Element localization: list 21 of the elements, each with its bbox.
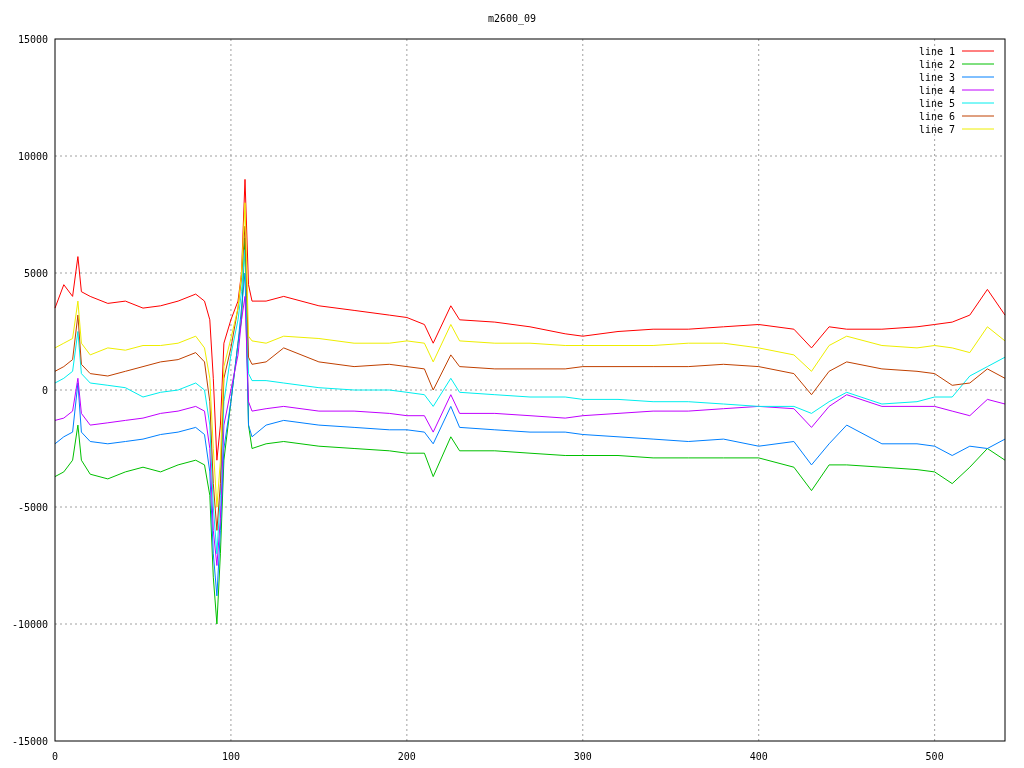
x-tick-label: 300 xyxy=(573,751,592,762)
y-tick-label: 15000 xyxy=(17,34,48,45)
x-tick-label: 100 xyxy=(221,751,240,762)
legend-label: line 3 xyxy=(918,72,955,83)
chart-title: m2600_09 xyxy=(487,13,537,24)
legend-label: line 4 xyxy=(918,85,955,96)
y-tick-label: -5000 xyxy=(17,502,48,513)
y-tick-label: -15000 xyxy=(11,736,48,747)
legend-label: line 6 xyxy=(918,111,955,122)
x-tick-label: 400 xyxy=(749,751,768,762)
x-tick-label: 0 xyxy=(52,751,58,762)
legend-label: line 5 xyxy=(918,98,955,109)
legend-label: line 1 xyxy=(918,46,955,57)
legend-label: line 2 xyxy=(918,59,955,70)
y-tick-label: 10000 xyxy=(17,151,48,162)
x-tick-label: 500 xyxy=(925,751,944,762)
y-tick-label: -10000 xyxy=(11,619,48,630)
y-tick-label: 0 xyxy=(41,385,48,396)
y-tick-label: 5000 xyxy=(23,268,48,279)
x-tick-label: 200 xyxy=(397,751,416,762)
legend-label: line 7 xyxy=(918,124,955,135)
